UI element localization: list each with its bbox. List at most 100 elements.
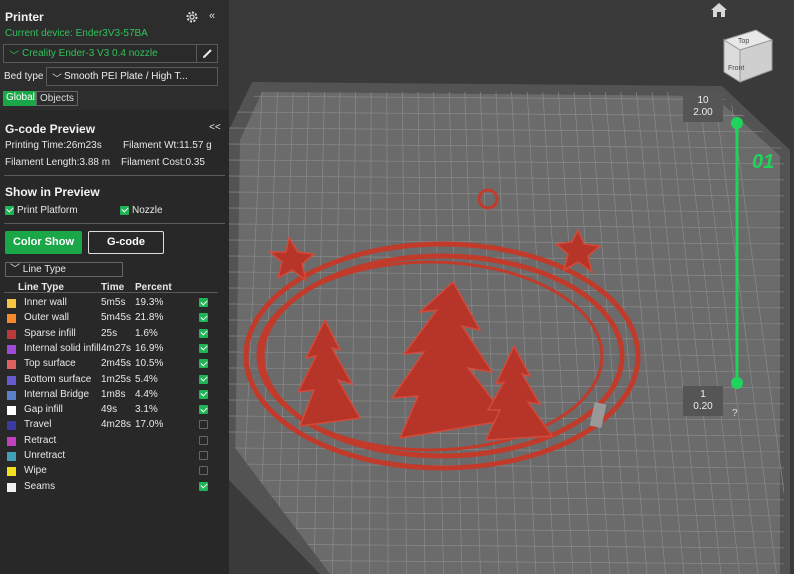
nozzle-label: Nozzle [132, 205, 163, 216]
line-type-time: 1m8s [101, 388, 126, 400]
help-button[interactable]: ? [732, 408, 738, 419]
color-show-button[interactable]: Color Show [5, 231, 82, 254]
top-layer-height: 2.00 [693, 107, 713, 118]
line-type-time: 5m5s [101, 297, 126, 308]
color-swatch [7, 452, 16, 461]
line-type-name: Seams [24, 480, 56, 492]
visibility-checkbox[interactable] [199, 420, 208, 430]
left-sidebar: Printer « Current device: Ender3V3-57BA … [0, 0, 229, 574]
chevron-down-icon: ﹀ [52, 74, 62, 85]
visibility-checkbox[interactable] [199, 466, 208, 476]
nozzle-option[interactable]: Nozzle [120, 205, 163, 216]
line-type-row[interactable]: Retract [0, 434, 229, 449]
bottom-layer-height: 0.20 [693, 401, 713, 412]
bed-type-value: Smooth PEI Plate / High T... [64, 71, 188, 82]
line-type-time: 5m45s [101, 312, 132, 324]
visibility-checkbox[interactable] [199, 451, 208, 460]
divider [4, 292, 218, 293]
line-type-percent: 5.4% [135, 373, 158, 385]
line-type-row[interactable]: Gap infill 49s 3.1% [0, 403, 229, 418]
visibility-checkbox[interactable] [199, 405, 208, 415]
line-type-name: Gap infill [24, 404, 63, 416]
visibility-checkbox[interactable] [199, 359, 208, 369]
line-type-name: Wipe [24, 465, 47, 477]
color-swatch [7, 406, 16, 416]
printer-preset-select[interactable]: ﹀ Creality Ender-3 V3 0.4 nozzle [3, 44, 218, 63]
top-layer-number: 10 [697, 95, 709, 106]
view-cube-top-label: Top [738, 38, 749, 45]
line-type-row[interactable]: Internal solid infill 4m27s 16.9% [0, 342, 229, 357]
line-type-row[interactable]: Sparse infill 25s 1.6% [0, 327, 229, 342]
home-icon[interactable] [710, 2, 728, 18]
edit-printer-button[interactable] [196, 45, 217, 62]
printer-preset-value: Creality Ender-3 V3 0.4 nozzle [22, 48, 158, 59]
line-type-row[interactable]: Unretract [0, 449, 229, 464]
color-swatch [7, 482, 16, 492]
line-type-name: Internal solid infill [24, 342, 101, 354]
line-type-percent: 10.5% [135, 358, 164, 370]
line-type-select[interactable]: ﹀ Line Type [5, 262, 123, 277]
tab-global[interactable]: Global [3, 91, 38, 106]
line-type-row[interactable]: Outer wall 5m45s 21.8% [0, 311, 229, 326]
line-type-name: Bottom surface [24, 373, 92, 385]
gcode-button[interactable]: G-code [88, 231, 164, 254]
color-swatch [7, 421, 16, 431]
gear-icon[interactable] [185, 10, 199, 24]
line-type-percent: 21.8% [135, 312, 164, 324]
layer-slider-bottom-handle [731, 377, 743, 389]
visibility-checkbox[interactable] [199, 313, 208, 323]
color-swatch [7, 467, 16, 477]
line-type-row[interactable]: Seams [0, 480, 229, 495]
visibility-checkbox[interactable] [199, 374, 208, 384]
filament-weight: Filament Wt:11.57 g [123, 140, 212, 151]
line-type-select-value: Line Type [22, 264, 66, 275]
visibility-checkbox[interactable] [199, 435, 208, 445]
line-type-row[interactable]: Bottom surface 1m25s 5.4% [0, 373, 229, 388]
line-type-name: Travel [24, 419, 52, 431]
gcode-preview-title: G-code Preview [5, 122, 96, 136]
line-type-percent: 19.3% [135, 297, 164, 308]
checkbox[interactable] [5, 205, 14, 215]
collapse-gcode-button[interactable]: << [209, 122, 221, 133]
line-type-time: 1m25s [101, 373, 132, 385]
color-swatch [7, 360, 16, 370]
color-swatch [7, 436, 16, 446]
visibility-checkbox[interactable] [199, 389, 208, 399]
color-swatch [7, 314, 16, 324]
line-type-name: Outer wall [24, 312, 70, 324]
visibility-checkbox[interactable] [199, 328, 208, 338]
line-type-time: 25s [101, 327, 118, 339]
line-type-time: 4m27s [101, 342, 132, 354]
layer-top-label: 10 2.00 [683, 92, 723, 122]
view-cube[interactable]: Top Front [722, 26, 774, 84]
color-swatch [7, 390, 16, 400]
chevron-down-icon: ﹀ [9, 51, 19, 62]
visibility-checkbox[interactable] [199, 481, 208, 491]
checkbox[interactable] [120, 205, 129, 215]
line-type-row[interactable]: Top surface 2m45s 10.5% [0, 357, 229, 372]
bed-type-label: Bed type [4, 71, 44, 82]
pencil-icon [203, 49, 212, 58]
line-type-time: 2m45s [101, 358, 132, 370]
visibility-checkbox[interactable] [199, 298, 208, 307]
line-type-row[interactable]: Wipe [0, 464, 229, 479]
tab-objects[interactable]: Objects [36, 91, 78, 106]
layer-slider-top-handle [731, 117, 743, 129]
printing-time: Printing Time:26m23s [5, 140, 102, 151]
plate-number: 01 [752, 151, 775, 173]
bed-type-select[interactable]: ﹀ Smooth PEI Plate / High T... [46, 67, 218, 86]
collapse-panel-button[interactable]: « [209, 10, 215, 22]
color-swatch [7, 299, 16, 308]
filament-cost: Filament Cost:0.35 [121, 157, 205, 168]
line-type-percent: 4.4% [135, 388, 158, 400]
line-type-percent: 3.1% [135, 404, 158, 416]
print-platform-label: Print Platform [17, 205, 78, 216]
line-type-name: Sparse infill [24, 327, 76, 339]
line-type-row[interactable]: Internal Bridge 1m8s 4.4% [0, 388, 229, 403]
line-type-row[interactable]: Inner wall 5m5s 19.3% [0, 296, 229, 311]
line-type-time: 49s [101, 404, 118, 416]
line-type-row[interactable]: Travel 4m28s 17.0% [0, 418, 229, 433]
print-platform-option[interactable]: Print Platform [5, 205, 78, 216]
printer-header: Printer « [5, 10, 225, 28]
visibility-checkbox[interactable] [199, 343, 208, 353]
